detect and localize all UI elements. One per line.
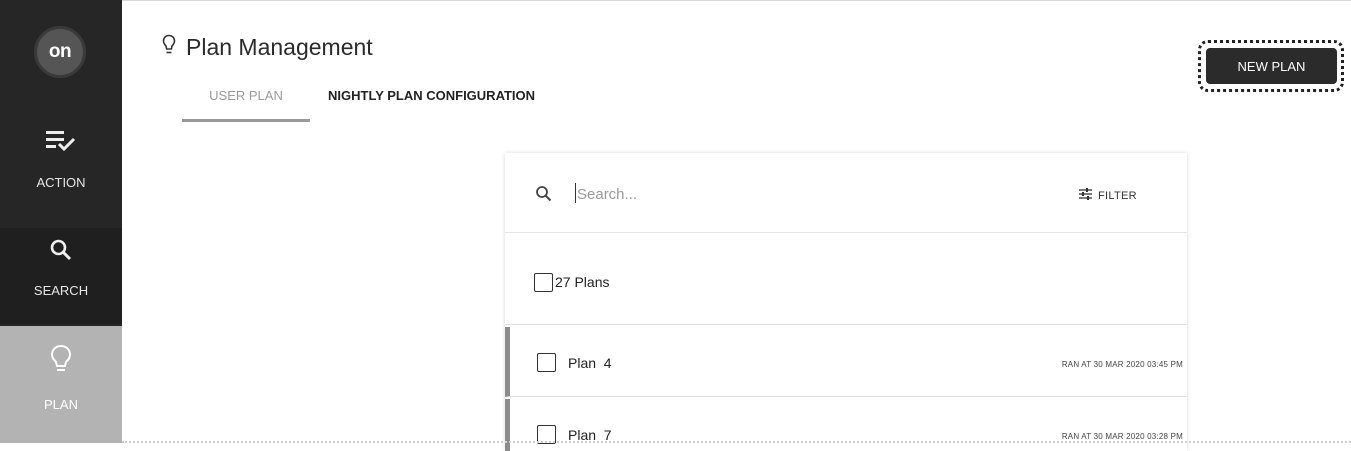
page-header: Plan Management [162, 34, 373, 61]
plan-run-status: RAN AT 30 MAR 2020 03:45 PM [1061, 360, 1183, 369]
bottom-divider [122, 441, 1351, 443]
search-icon [535, 185, 552, 207]
sliders-icon [1079, 187, 1092, 205]
plan-checkbox[interactable] [537, 353, 556, 372]
filter-button[interactable]: FILTER [1079, 187, 1137, 205]
sidebar-item-plan[interactable]: PLAN [0, 326, 122, 443]
search-input[interactable] [577, 181, 977, 207]
plan-run-status: RAN AT 30 MAR 2020 03:28 PM [1061, 432, 1183, 441]
list-item[interactable]: Plan 7 RAN AT 30 MAR 2020 03:28 PM [505, 399, 1187, 451]
select-all-checkbox[interactable] [534, 273, 553, 292]
lightbulb-icon [50, 344, 72, 379]
plan-name[interactable]: Plan 4 [568, 355, 612, 371]
app-logo[interactable]: on [34, 26, 86, 78]
sidebar-item-search[interactable]: SEARCH [0, 228, 122, 324]
plan-count-label: 27 Plans [555, 274, 610, 290]
page-title: Plan Management [186, 34, 373, 60]
sidebar-item-label: ACTION [36, 175, 86, 190]
text-caret [575, 183, 576, 203]
top-divider [122, 0, 1351, 6]
sidebar: on ACTION SEARCH PLAN [0, 0, 122, 443]
search-icon [49, 238, 73, 267]
sidebar-item-label: PLAN [44, 397, 78, 412]
tab-nightly-plan-configuration[interactable]: NIGHTLY PLAN CONFIGURATION [328, 86, 535, 122]
list-item[interactable]: Plan 4 RAN AT 30 MAR 2020 03:45 PM [505, 327, 1187, 397]
sidebar-item-label: SEARCH [33, 283, 89, 298]
new-plan-button[interactable]: NEW PLAN [1206, 48, 1337, 84]
select-all-row: 27 Plans [505, 233, 1187, 325]
plan-list-panel: FILTER 27 Plans Plan 4 RAN AT 30 MAR 202… [505, 153, 1187, 451]
tab-user-plan[interactable]: USER PLAN [182, 86, 310, 122]
tab-bar: USER PLAN NIGHTLY PLAN CONFIGURATION [182, 86, 535, 122]
lightbulb-icon [162, 34, 176, 61]
filter-label: FILTER [1098, 190, 1137, 202]
sidebar-item-action[interactable]: ACTION [0, 126, 122, 226]
logo-text: on [48, 41, 72, 62]
search-bar: FILTER [505, 153, 1187, 233]
action-list-check-icon [46, 130, 76, 157]
